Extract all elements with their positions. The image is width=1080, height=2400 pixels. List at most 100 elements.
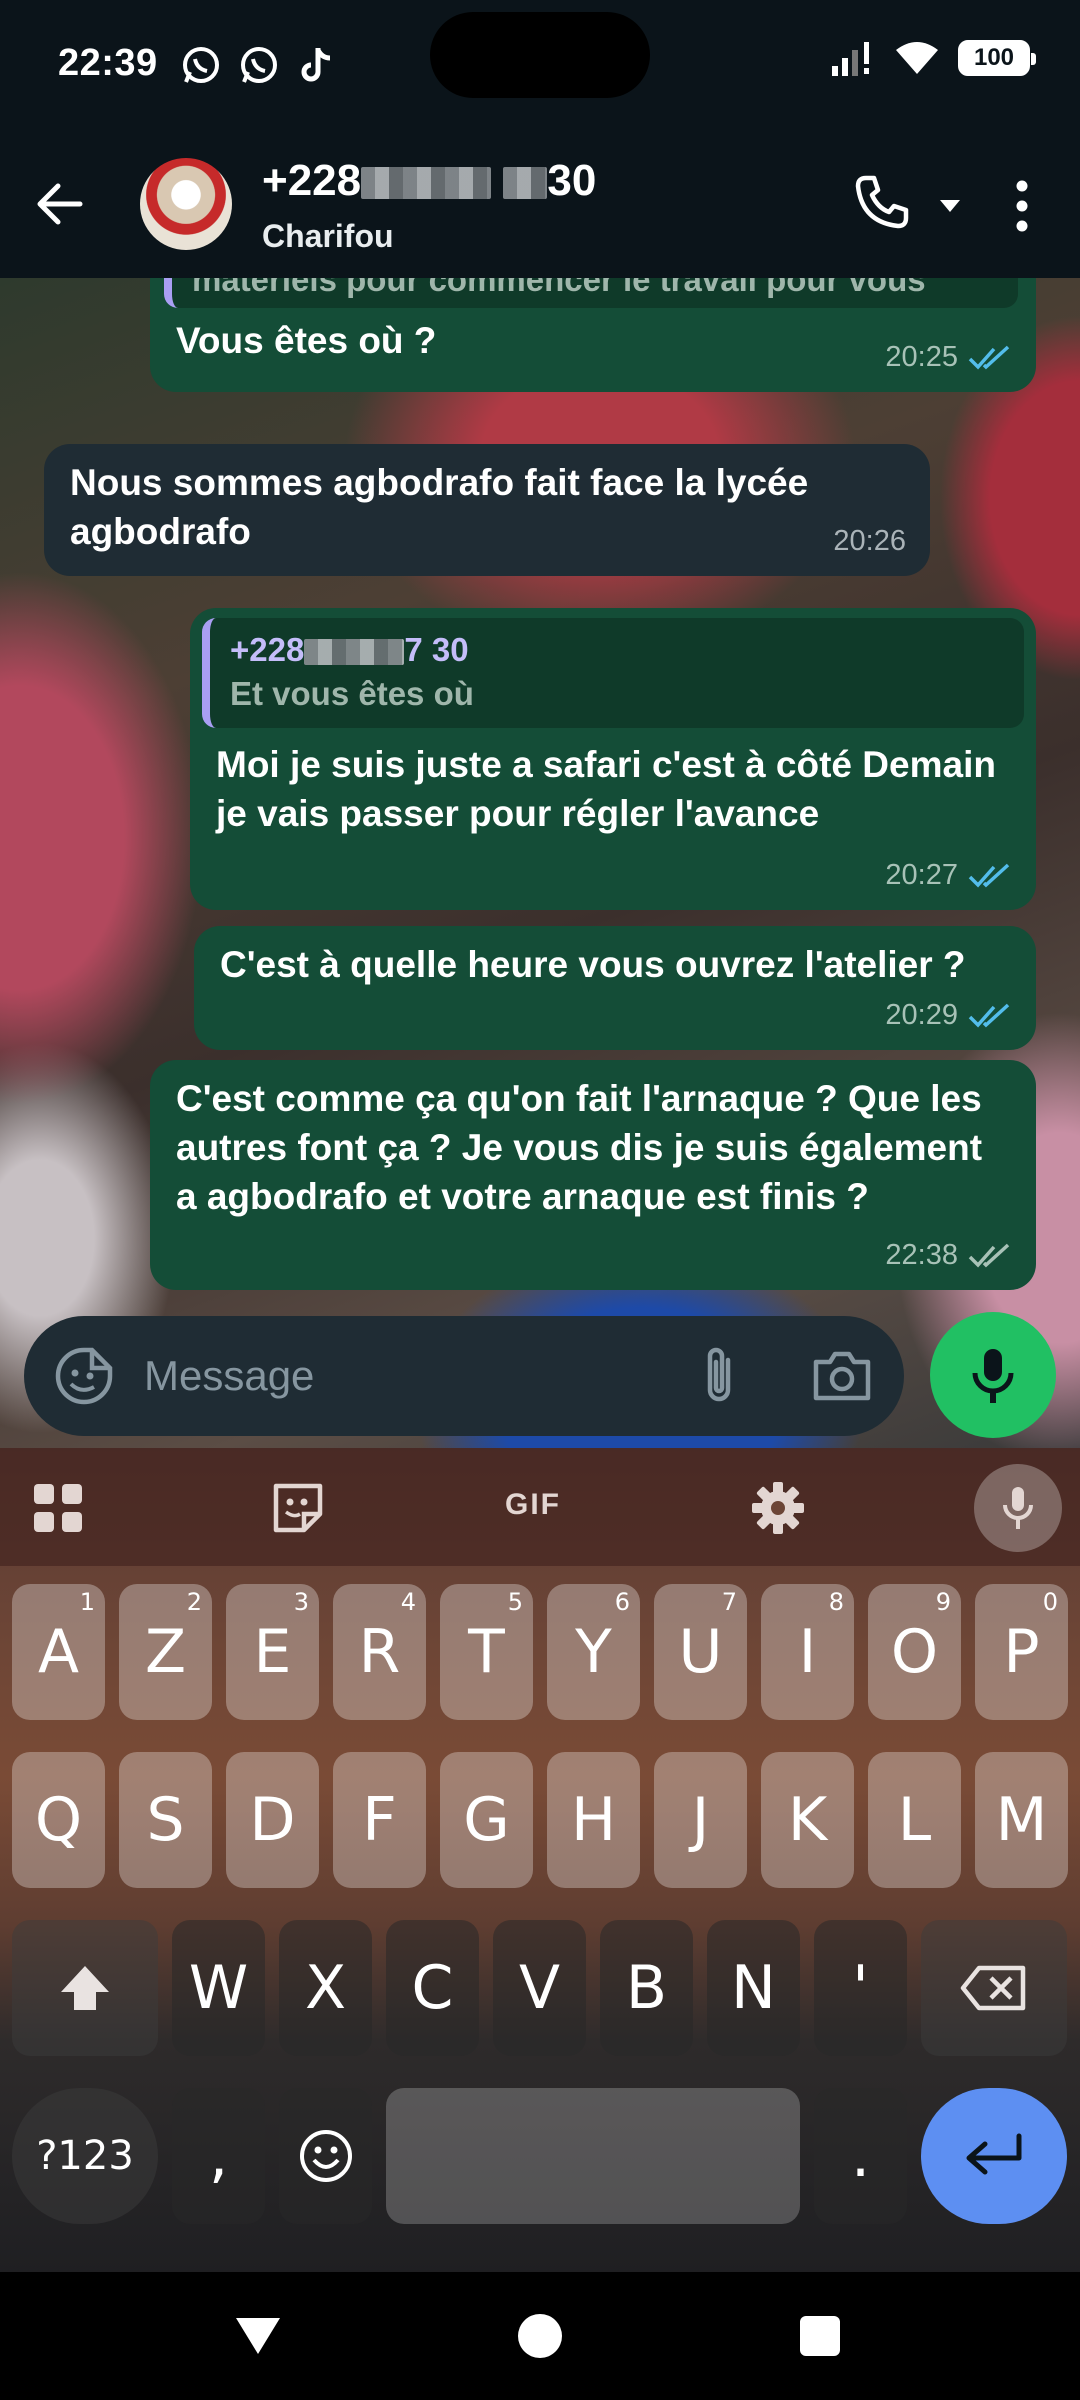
- message-meta: 20:27: [885, 851, 1012, 900]
- camera-button[interactable]: [810, 1346, 874, 1406]
- contact-number[interactable]: +228 30: [262, 156, 596, 206]
- quote-text: Et vous êtes où: [230, 675, 474, 712]
- symbols-key[interactable]: ?123: [12, 2088, 158, 2224]
- system-navigation-bar: [0, 2272, 1080, 2400]
- key-z[interactable]: Z2: [119, 1584, 212, 1720]
- chat-area[interactable]: matériels pour commencer le travail pour…: [0, 278, 1080, 1448]
- key-i[interactable]: I8: [761, 1584, 854, 1720]
- key-b[interactable]: B: [600, 1920, 693, 2056]
- message-bubble-incoming[interactable]: Nous sommes agbodrafo fait face la lycée…: [44, 444, 930, 576]
- message-text: C'est comme ça qu'on fait l'arnaque ? Qu…: [176, 1078, 983, 1217]
- key-o[interactable]: O9: [868, 1584, 961, 1720]
- space-key[interactable]: [386, 2088, 800, 2224]
- key-n[interactable]: N: [707, 1920, 800, 2056]
- nav-recents-button[interactable]: [800, 2316, 840, 2356]
- key-k[interactable]: K: [761, 1752, 854, 1888]
- comma-key[interactable]: ,: [172, 2088, 265, 2224]
- message-text: C'est à quelle heure vous ouvrez l'ateli…: [220, 944, 966, 985]
- key-u[interactable]: U7: [654, 1584, 747, 1720]
- tiktok-notification-icon: [296, 44, 338, 86]
- key-m[interactable]: M: [975, 1752, 1068, 1888]
- keyboard-settings-button[interactable]: [750, 1480, 806, 1536]
- phone-icon: [855, 175, 909, 229]
- call-options-dropdown[interactable]: [936, 192, 964, 220]
- back-button[interactable]: [30, 174, 90, 234]
- more-options-button[interactable]: [1000, 174, 1044, 238]
- enter-key[interactable]: [921, 2088, 1067, 2224]
- key-s[interactable]: S: [119, 1752, 212, 1888]
- backspace-icon: [960, 1965, 1026, 2011]
- key-t[interactable]: T5: [440, 1584, 533, 1720]
- contact-avatar[interactable]: [140, 158, 232, 250]
- key-j[interactable]: J: [654, 1752, 747, 1888]
- contact-number-suffix: 30: [547, 156, 597, 205]
- arrow-left-icon: [37, 183, 83, 225]
- nav-back-button[interactable]: [234, 2316, 282, 2356]
- signal-icon: [832, 42, 869, 76]
- key-w[interactable]: W: [172, 1920, 265, 2056]
- key-v[interactable]: V: [493, 1920, 586, 2056]
- gear-icon: [752, 1482, 804, 1534]
- voice-typing-button[interactable]: [974, 1464, 1062, 1552]
- key-g[interactable]: G: [440, 1752, 533, 1888]
- paperclip-icon: [707, 1347, 731, 1402]
- key-c[interactable]: C: [386, 1920, 479, 2056]
- microphone-icon: [1003, 1487, 1033, 1529]
- voice-call-button[interactable]: [852, 172, 932, 236]
- sticker-emoji-button[interactable]: [54, 1346, 114, 1406]
- key-apostrophe[interactable]: ': [814, 1920, 907, 2056]
- message-meta: 20:29: [885, 991, 1012, 1040]
- message-time: 20:26: [833, 525, 906, 557]
- message-bubble-outgoing[interactable]: +228 7 30 Et vous êtes où Moi je suis jus…: [190, 608, 1036, 910]
- status-time: 22:39: [58, 42, 158, 84]
- message-bubble-outgoing[interactable]: C'est à quelle heure vous ouvrez l'ateli…: [194, 926, 1036, 1050]
- message-bubble-outgoing[interactable]: C'est comme ça qu'on fait l'arnaque ? Qu…: [150, 1060, 1036, 1290]
- notification-icons: [180, 44, 338, 86]
- key-x[interactable]: X: [279, 1920, 372, 2056]
- redacted-digits: [503, 167, 548, 200]
- key-q[interactable]: Q: [12, 1752, 105, 1888]
- key-f[interactable]: F: [333, 1752, 426, 1888]
- message-time: 20:25: [885, 341, 958, 373]
- enter-arrow-icon: [966, 2133, 1022, 2175]
- battery-indicator: 100: [958, 40, 1036, 76]
- redacted-digits: [361, 167, 492, 200]
- smiley-icon: [299, 2130, 352, 2182]
- double-check-read-icon: [968, 345, 1010, 370]
- key-y[interactable]: Y6: [547, 1584, 640, 1720]
- key-p[interactable]: P0: [975, 1584, 1068, 1720]
- period-key[interactable]: .: [814, 2088, 907, 2224]
- double-check-read-icon: [968, 863, 1010, 888]
- contact-name[interactable]: Charifou: [262, 218, 394, 255]
- backspace-key[interactable]: [921, 1920, 1067, 2056]
- quoted-message[interactable]: matériels pour commencer le travail pour…: [164, 278, 1018, 308]
- key-e[interactable]: E3: [226, 1584, 319, 1720]
- message-composer: [24, 1316, 904, 1436]
- message-meta: 22:38: [885, 1231, 1012, 1280]
- apps-grid-button[interactable]: [30, 1480, 86, 1536]
- quoted-message[interactable]: +228 7 30 Et vous êtes où: [202, 618, 1024, 728]
- key-h[interactable]: H: [547, 1752, 640, 1888]
- gif-button[interactable]: GIF: [505, 1488, 561, 1522]
- camera-icon: [813, 1351, 871, 1401]
- message-bubble-outgoing[interactable]: matériels pour commencer le travail pour…: [150, 278, 1036, 392]
- nav-home-button[interactable]: [518, 2314, 562, 2358]
- emoji-key[interactable]: [279, 2088, 372, 2224]
- whatsapp-notification-icon: [180, 44, 222, 86]
- key-a[interactable]: A1: [12, 1584, 105, 1720]
- key-r[interactable]: R4: [333, 1584, 426, 1720]
- sticker-button[interactable]: [270, 1480, 326, 1536]
- message-input[interactable]: [144, 1316, 684, 1436]
- message-text: Moi je suis juste a safari c'est à côté …: [216, 744, 996, 834]
- message-meta: 20:26: [833, 517, 906, 566]
- message-time: 22:38: [885, 1239, 958, 1271]
- shift-key[interactable]: [12, 1920, 158, 2056]
- attach-button[interactable]: [690, 1344, 750, 1408]
- caret-down-icon: [940, 200, 960, 212]
- key-d[interactable]: D: [226, 1752, 319, 1888]
- voice-message-button[interactable]: [930, 1312, 1056, 1438]
- sticker-icon: [55, 1347, 113, 1405]
- grid-icon: [34, 1484, 82, 1532]
- key-l[interactable]: L: [868, 1752, 961, 1888]
- sticker-icon: [273, 1483, 323, 1533]
